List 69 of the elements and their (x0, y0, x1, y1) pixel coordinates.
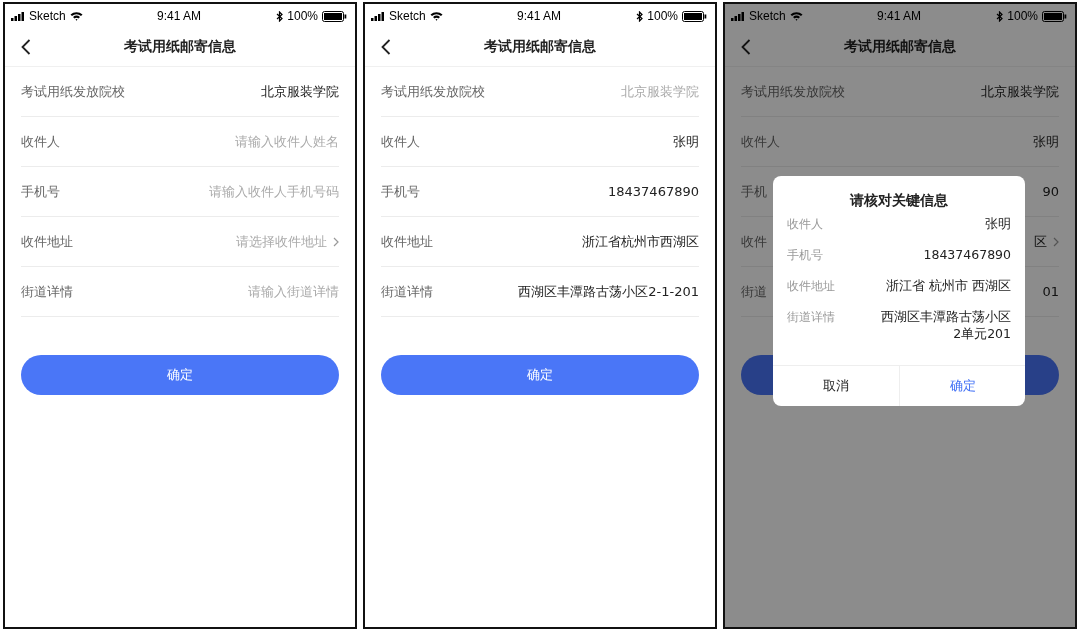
field-value: 张明 (1033, 132, 1059, 151)
dialog-value: 浙江省 杭州市 西湖区 (886, 278, 1011, 295)
carrier-name: Sketch (389, 9, 426, 23)
confirm-button[interactable]: 确定 (21, 355, 339, 395)
field-label: 街道 (741, 282, 767, 301)
bluetooth-icon (276, 10, 284, 22)
field-value: 北京服装学院 (981, 82, 1059, 101)
field-label: 考试用纸发放院校 (21, 82, 125, 101)
confirm-button[interactable]: 确定 (381, 355, 699, 395)
carrier-name: Sketch (749, 9, 786, 23)
signal-icon (731, 11, 745, 21)
page-title: 考试用纸邮寄信息 (844, 38, 956, 56)
signal-icon (11, 11, 25, 21)
field-label: 收件人 (381, 132, 420, 151)
dialog-button[interactable]: 取消 (773, 366, 899, 406)
field-label: 收件地址 (21, 232, 73, 251)
field-label: 手机号 (381, 182, 420, 201)
back-icon[interactable] (381, 39, 391, 55)
status-time: 9:41 AM (157, 9, 201, 23)
dialog-value: 18437467890 (923, 247, 1011, 262)
battery-percent: 100% (287, 9, 318, 23)
battery-icon (1042, 10, 1067, 22)
field-value: 浙江省杭州市西湖区 (582, 232, 699, 251)
field-label: 考试用纸发放院校 (741, 82, 845, 101)
signal-icon (371, 11, 385, 21)
battery-percent: 100% (647, 9, 678, 23)
field-value: 90 (1042, 184, 1059, 199)
wifi-icon (789, 11, 803, 21)
dialog-label: 收件地址 (787, 278, 835, 295)
field-label: 街道详情 (21, 282, 73, 301)
field-label: 街道详情 (381, 282, 433, 301)
page-title: 考试用纸邮寄信息 (124, 38, 236, 56)
back-icon[interactable] (21, 39, 31, 55)
field-value: 01 (1042, 284, 1059, 299)
field-label: 手机 (741, 182, 767, 201)
battery-icon (322, 10, 347, 22)
bluetooth-icon (996, 10, 1004, 22)
page-title: 考试用纸邮寄信息 (484, 38, 596, 56)
status-time: 9:41 AM (877, 9, 921, 23)
input-field[interactable]: 请输入街道详情 (169, 284, 339, 299)
field-label: 收件地址 (381, 232, 433, 251)
field-value: 区 (1034, 232, 1047, 251)
field-label: 收件人 (21, 132, 60, 151)
wifi-icon (69, 11, 83, 21)
field-label: 手机号 (21, 182, 60, 201)
dialog-label: 手机号 (787, 247, 823, 264)
dialog-label: 收件人 (787, 216, 823, 233)
input-field[interactable]: 请输入收件人姓名 (169, 134, 339, 149)
field-label: 收件人 (741, 132, 780, 151)
field-value: 北京服装学院 (261, 82, 339, 101)
dialog-value: 西湖区丰潭路古荡小区2单元201 (880, 309, 1011, 343)
status-time: 9:41 AM (517, 9, 561, 23)
dialog-button[interactable]: 确定 (899, 366, 1025, 406)
dialog-label: 街道详情 (787, 309, 835, 326)
input-field[interactable]: 请输入收件人手机号码 (169, 184, 339, 199)
battery-percent: 100% (1007, 9, 1038, 23)
field-value: 西湖区丰潭路古荡小区2-1-201 (518, 282, 699, 301)
field-label: 考试用纸发放院校 (381, 82, 485, 101)
field-label: 收件 (741, 232, 767, 251)
field-value: 18437467890 (608, 184, 699, 199)
field-value: 北京服装学院 (621, 82, 699, 101)
wifi-icon (429, 11, 443, 21)
bluetooth-icon (636, 10, 644, 22)
input-field[interactable]: 请选择收件地址 (157, 234, 327, 249)
dialog-title: 请核对关键信息 (849, 191, 949, 210)
field-value: 张明 (673, 132, 699, 151)
dialog-value: 张明 (985, 216, 1011, 233)
battery-icon (682, 10, 707, 22)
carrier-name: Sketch (29, 9, 66, 23)
